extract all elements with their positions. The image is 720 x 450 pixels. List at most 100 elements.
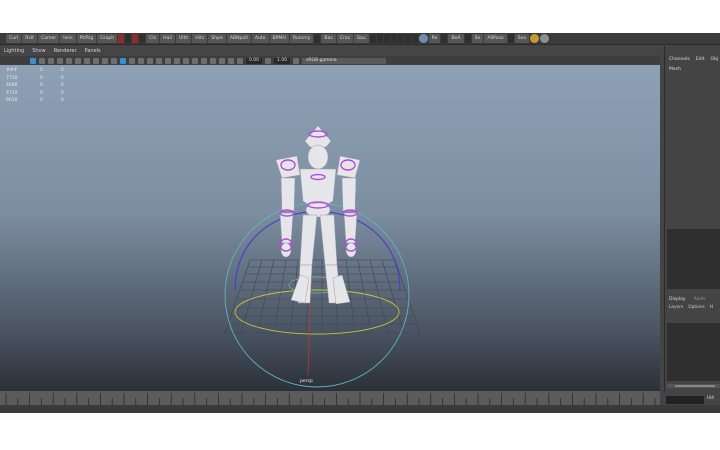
shelf-item[interactable]: Camer [37,34,60,43]
wireframe-icon[interactable] [120,57,126,64]
tab-channels[interactable]: Channels [669,57,690,62]
shelf-item[interactable] [376,34,383,43]
image-plane-icon[interactable] [57,57,63,64]
shelf-item[interactable] [507,34,514,43]
tab-display[interactable]: Display [669,297,686,302]
shelf-item[interactable] [383,34,390,43]
shelf-item[interactable]: Bas [321,34,336,43]
shelf-item[interactable]: ABNpoll [226,34,251,43]
channel-box-tabs: Channels Edit Obj [669,57,718,62]
shelf-item[interactable] [314,34,321,43]
time-ticks [5,393,656,405]
color-space-dropdown[interactable]: sRGB gamma [302,57,387,64]
shelf-item[interactable] [397,34,404,43]
shelf-item[interactable] [411,34,418,43]
rotate-outer-ring [224,202,410,388]
menu-renderer[interactable]: Renderer [54,48,77,54]
shelf-item[interactable]: Sea [514,34,530,43]
shelf-item[interactable]: Auto [251,34,269,43]
shelf-item[interactable]: Hail [160,34,175,43]
shelf-item[interactable]: Shpe [208,34,226,43]
shelf-item[interactable] [404,34,411,43]
time-slider[interactable] [0,391,660,413]
camera-name-label: persp [300,379,313,384]
scene-svg [224,125,421,388]
gamma-field[interactable]: 1.00 [274,57,291,64]
textured-icon[interactable] [138,57,144,64]
layer-editor-tabs: Display Anim [669,297,705,302]
bookmark-icon[interactable] [48,57,54,64]
safe-action-icon[interactable] [111,57,117,64]
shelf-item[interactable]: Re [428,34,441,43]
shelf-item[interactable]: Ulth [175,34,192,43]
shelf-item[interactable]: Rslt [22,34,37,43]
gate-mask-icon[interactable] [93,57,99,64]
shelf-item[interactable] [369,34,376,43]
color-management-icon[interactable] [293,57,300,64]
resolution-gate-icon[interactable] [84,57,90,64]
shelf-item[interactable] [125,34,132,43]
shelf-item[interactable]: Curl [6,34,22,43]
shelf-item[interactable]: Hits [192,34,208,43]
tab-anim[interactable]: Anim [694,297,706,302]
tab-edit[interactable]: Edit [696,57,705,62]
field-chart-icon[interactable] [102,57,108,64]
menu-options[interactable]: Options [688,305,705,310]
xray-joints-icon[interactable] [219,57,225,64]
shelf-item[interactable]: Rummy [289,34,314,43]
motion-blur-icon[interactable] [174,57,180,64]
depth-of-field-icon[interactable] [192,57,198,64]
range-slider[interactable] [0,405,660,413]
viewport-3d[interactable]: ### 0 0 7710 0 0 4666 0 0 4710 0 0 9010 0 0 [0,65,660,391]
menu-show[interactable]: Show [32,48,46,54]
exposure-icon[interactable] [237,57,243,64]
shelf-gold-icon[interactable] [530,34,540,43]
anti-alias-icon[interactable] [183,57,189,64]
shelf-item[interactable]: AllPose [484,34,507,43]
select-camera-icon[interactable] [30,57,36,64]
camera-attributes-icon[interactable] [39,57,45,64]
shelf-item[interactable] [132,34,139,43]
tab-object[interactable]: Obj [711,57,719,62]
viewport-panel-menu: Lighting Show Renderer Panels [0,46,660,56]
current-frame-field[interactable] [666,396,704,404]
shelf-item[interactable]: Sau [354,34,369,43]
lights-icon[interactable] [147,57,153,64]
xray-icon[interactable] [210,57,216,64]
maya-window: Curl Rslt Camer lens Pt/Rig Graph Cls Hail Ulth H… [0,33,720,413]
shelf-item[interactable] [390,34,397,43]
layer-editor-menu: Layers Options H [669,305,713,310]
gamma-icon[interactable] [265,57,272,64]
shelf-item[interactable]: BPMH [269,34,289,43]
shelf-bar: Curl Rslt Camer lens Pt/Rig Graph Cls Hail Ulth H… [0,33,720,45]
range-end-label: l44 [707,396,714,401]
menu-help[interactable]: H [710,305,713,310]
shelf-item[interactable] [139,34,146,43]
shelf-grey-icon[interactable] [540,34,550,43]
shelf-item[interactable]: lens [60,34,76,43]
channel-box-area [667,229,720,289]
grid-icon[interactable] [66,57,72,64]
shelf-item[interactable]: Cls [146,34,160,43]
viewport-toolbar: 0.00 1.00 sRGB gamma [0,56,660,65]
film-gate-icon[interactable] [75,57,81,64]
isolate-select-icon[interactable] [201,57,207,64]
shelf-item[interactable]: Pt/Rig [76,34,97,43]
shelf-item[interactable]: Graph [97,34,118,43]
menu-lighting[interactable]: Lighting [4,48,24,54]
shadows-icon[interactable] [156,57,162,64]
menu-panels[interactable]: Panels [85,48,101,54]
horizontal-scrollbar[interactable] [667,384,720,388]
shelf-item[interactable]: Se [471,34,484,43]
menu-layers[interactable]: Layers [669,305,683,310]
shelf-item[interactable] [118,34,125,43]
backface-icon[interactable] [228,57,234,64]
shelf-sphere-icon[interactable] [418,34,428,43]
exposure-field[interactable]: 0.00 [246,57,263,64]
shelf-item[interactable]: Cros [336,34,353,43]
ambient-occlusion-icon[interactable] [165,57,171,64]
smooth-shade-icon[interactable] [129,57,135,64]
shelf-item[interactable] [464,34,471,43]
shelf-item[interactable]: BeA [448,34,464,43]
shelf-item[interactable] [441,34,448,43]
